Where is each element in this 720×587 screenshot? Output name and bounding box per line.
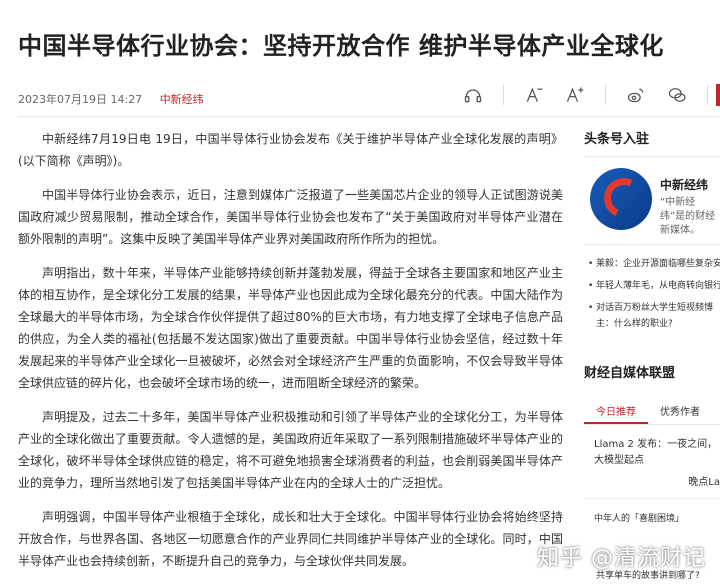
source-link[interactable]: 中新经纬 bbox=[160, 93, 204, 106]
article-paragraph: 中国半导体行业协会表示，近日，注意到媒体广泛报道了一些美国芯片企业的领导人正试图… bbox=[18, 188, 563, 246]
watermark: 知乎 @清流财记 bbox=[537, 546, 706, 571]
header-divider bbox=[18, 116, 720, 117]
brand-name[interactable]: 中新经纬 bbox=[660, 176, 708, 193]
logo-arc bbox=[598, 172, 650, 224]
recommend-item-title[interactable]: Llama 2 发布：一夜之间，大模型起点 bbox=[584, 437, 720, 469]
list-item[interactable]: 对话百万粉丝大学生短视频博主：什么样的职业? bbox=[588, 300, 720, 332]
sidebar-divider bbox=[584, 244, 720, 245]
font-decrease-icon[interactable] bbox=[523, 84, 545, 106]
sidebar-author: 头条号入驻 中新经纬 “中新经纬”是的财经新媒体。 莱毅：企业开源面临哪些复杂安… bbox=[584, 128, 720, 329]
list-item[interactable]: 年轻人薄年毛，从电商转向银行 bbox=[588, 278, 720, 294]
article-body: 中新经纬7月19日电 19日，中国半导体行业协会发布《关于维护半导体产业全球化发… bbox=[18, 128, 563, 584]
article-paragraph: 声明强调，中国半导体产业根植于全球化，成长和壮大于全球化。中国半导体行业协会将始… bbox=[18, 510, 563, 568]
sidebar-divider bbox=[584, 156, 720, 157]
sidebar-heading: 头条号入驻 bbox=[584, 132, 650, 147]
article-paragraph: 声明提及，过去二十多年，美国半导体产业积极推动和引领了半导体产业的全球化分工，为… bbox=[18, 410, 563, 490]
weibo-icon[interactable] bbox=[625, 84, 647, 106]
list-item[interactable]: 莱毅：企业开源面临哪些复杂安 bbox=[588, 256, 720, 272]
article-paragraph: 中新经纬7月19日电 19日，中国半导体行业协会发布《关于维护半导体产业全球化发… bbox=[18, 132, 563, 168]
headphones-icon[interactable] bbox=[462, 84, 484, 106]
publish-date: 2023年07月19日 14:27 bbox=[18, 93, 143, 106]
tab-authors[interactable]: 优秀作者 bbox=[648, 403, 712, 424]
toolbar-separator bbox=[605, 85, 606, 105]
toolbar-separator bbox=[707, 85, 708, 105]
article-meta: 2023年07月19日 14:27 中新经纬 bbox=[18, 91, 204, 107]
alliance-tabs: 今日推荐 优秀作者 bbox=[584, 403, 720, 425]
wechat-icon[interactable] bbox=[666, 84, 688, 106]
alliance-heading: 财经自媒体联盟 bbox=[584, 366, 676, 381]
accent-edge bbox=[716, 84, 720, 106]
news-list: 莱毅：企业开源面临哪些复杂安 年轻人薄年毛，从电商转向银行 对话百万粉丝大学生短… bbox=[588, 256, 720, 338]
recommend-item-source: 晚点La bbox=[688, 477, 720, 488]
brand-logo[interactable] bbox=[590, 168, 652, 230]
sidebar-divider bbox=[584, 498, 720, 499]
article-paragraph: 声明指出，数十年来，半导体产业能够持续创新并蓬勃发展，得益于全球各主要国家和地区… bbox=[18, 266, 563, 390]
sidebar-alliance: 财经自媒体联盟 今日推荐 优秀作者 Llama 2 发布：一夜之间，大模型起点 … bbox=[584, 362, 720, 524]
brand-description: “中新经纬”是的财经新媒体。 bbox=[660, 197, 716, 236]
article-toolbar bbox=[462, 84, 720, 106]
list-item[interactable]: 中年人的「喜剧困境」 bbox=[584, 511, 720, 524]
tab-today[interactable]: 今日推荐 bbox=[584, 403, 648, 424]
font-increase-icon[interactable] bbox=[564, 84, 586, 106]
toolbar-separator bbox=[503, 85, 504, 105]
article-title: 中国半导体行业协会：坚持开放合作 维护半导体产业全球化 bbox=[18, 32, 664, 60]
